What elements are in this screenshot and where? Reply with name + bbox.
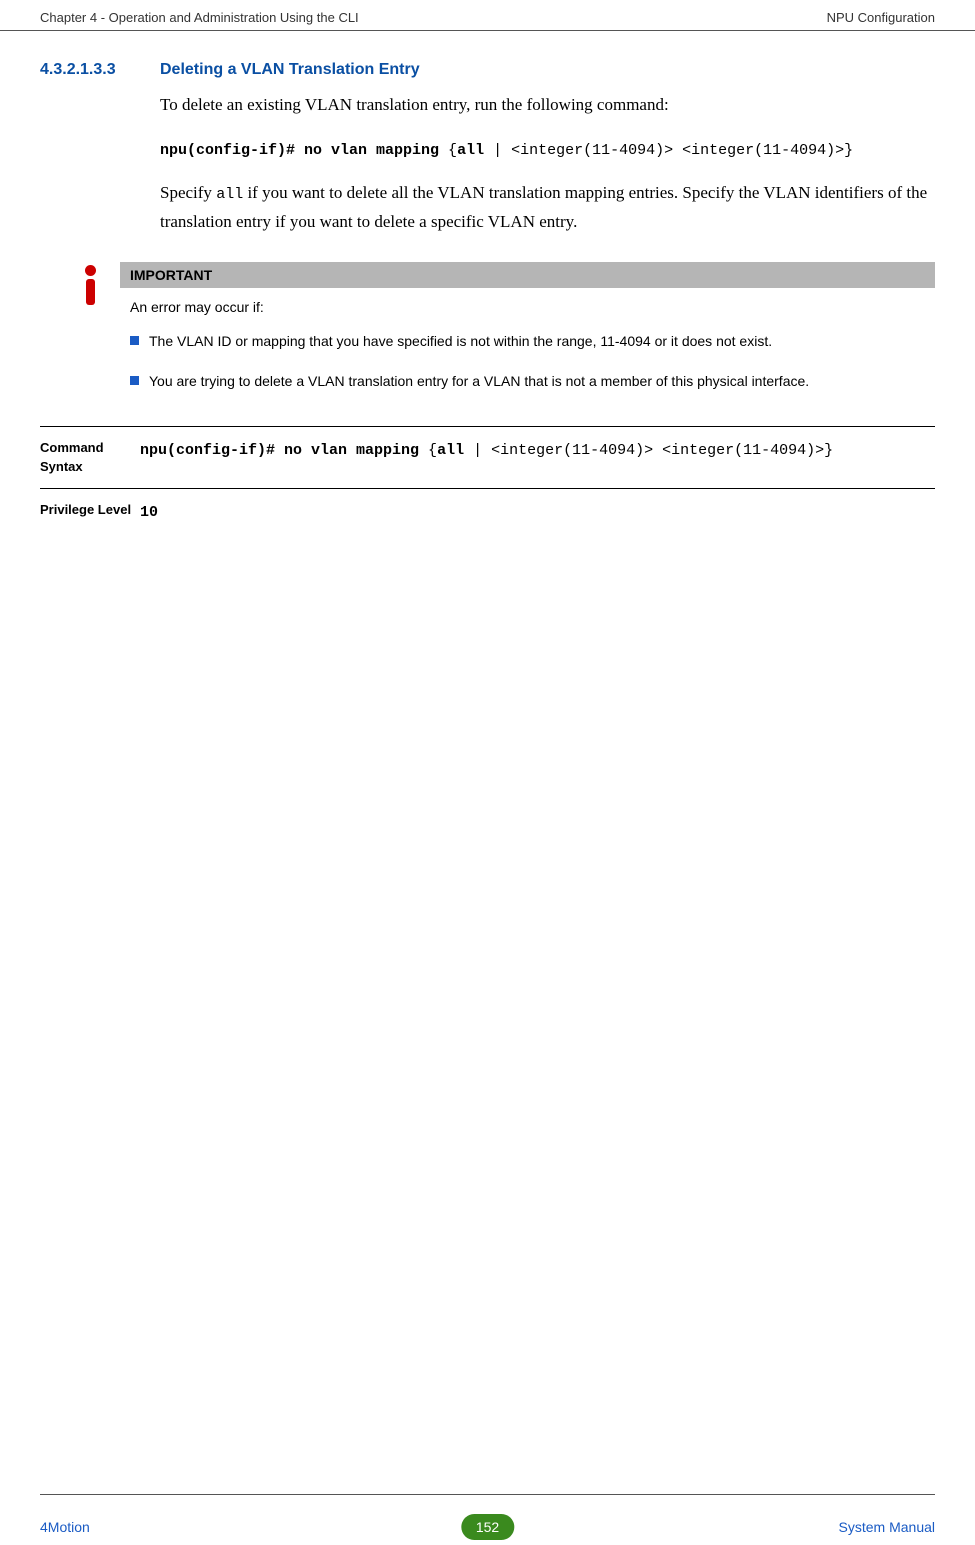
cmd-plain: { bbox=[448, 142, 457, 159]
syntax-value: npu(config-if)# no vlan mapping {all | <… bbox=[140, 439, 935, 475]
page-header: Chapter 4 - Operation and Administration… bbox=[0, 0, 975, 31]
bullet-text: The VLAN ID or mapping that you have spe… bbox=[149, 332, 925, 352]
cmd-plain: { bbox=[428, 442, 437, 459]
cmd-bold: all bbox=[457, 142, 484, 159]
command-table: Command Syntax npu(config-if)# no vlan m… bbox=[40, 426, 935, 536]
section-title: Deleting a VLAN Translation Entry bbox=[160, 61, 420, 79]
section-heading: 4.3.2.1.3.3 Deleting a VLAN Translation … bbox=[40, 61, 935, 79]
cmd-bold: npu(config-if)# no vlan mapping bbox=[140, 442, 428, 459]
cmd-bold: npu(config-if)# no vlan mapping bbox=[160, 142, 448, 159]
table-row: Privilege Level 10 bbox=[40, 488, 935, 537]
section-number: 4.3.2.1.3.3 bbox=[40, 61, 160, 79]
privilege-value: 10 bbox=[140, 501, 935, 525]
important-body: An error may occur if: The VLAN ID or ma… bbox=[120, 288, 935, 392]
footer-right: System Manual bbox=[839, 1519, 935, 1535]
body-text-block: To delete an existing VLAN translation e… bbox=[160, 91, 935, 237]
bullet-text: You are trying to delete a VLAN translat… bbox=[149, 372, 925, 392]
main-content: 4.3.2.1.3.3 Deleting a VLAN Translation … bbox=[0, 31, 975, 536]
intro-paragraph: To delete an existing VLAN translation e… bbox=[160, 91, 935, 120]
bullet-icon bbox=[130, 336, 139, 345]
cmd-plain: | <integer(11-4094)> <integer(11-4094)>} bbox=[464, 442, 833, 459]
bullet-icon bbox=[130, 376, 139, 385]
command-line: npu(config-if)# no vlan mapping {all | <… bbox=[160, 135, 935, 164]
text: Specify bbox=[160, 183, 216, 202]
table-row: Command Syntax npu(config-if)# no vlan m… bbox=[40, 426, 935, 487]
list-item: You are trying to delete a VLAN translat… bbox=[130, 372, 925, 392]
specify-paragraph: Specify all if you want to delete all th… bbox=[160, 179, 935, 237]
important-label: IMPORTANT bbox=[120, 262, 935, 288]
privilege-number: 10 bbox=[140, 504, 158, 521]
footer-center: 152 bbox=[461, 1519, 514, 1535]
bullet-list: The VLAN ID or mapping that you have spe… bbox=[130, 332, 925, 391]
important-content: IMPORTANT An error may occur if: The VLA… bbox=[120, 262, 935, 412]
inline-code: all bbox=[216, 186, 243, 203]
privilege-label: Privilege Level bbox=[40, 501, 140, 525]
important-callout: IMPORTANT An error may occur if: The VLA… bbox=[80, 262, 935, 412]
page-footer: 4Motion 152 System Manual bbox=[0, 1519, 975, 1535]
page-number-badge: 152 bbox=[461, 1514, 514, 1540]
important-intro: An error may occur if: bbox=[130, 298, 925, 318]
text: if you want to delete all the VLAN trans… bbox=[160, 183, 927, 231]
header-right: NPU Configuration bbox=[827, 10, 935, 25]
cmd-bold: all bbox=[437, 442, 464, 459]
cmd-plain: | <integer(11-4094)> <integer(11-4094)>} bbox=[484, 142, 853, 159]
footer-left: 4Motion bbox=[40, 1519, 90, 1535]
syntax-label: Command Syntax bbox=[40, 439, 140, 475]
list-item: The VLAN ID or mapping that you have spe… bbox=[130, 332, 925, 352]
important-icon bbox=[80, 262, 120, 412]
header-left: Chapter 4 - Operation and Administration… bbox=[40, 10, 359, 25]
footer-border bbox=[40, 1494, 935, 1495]
